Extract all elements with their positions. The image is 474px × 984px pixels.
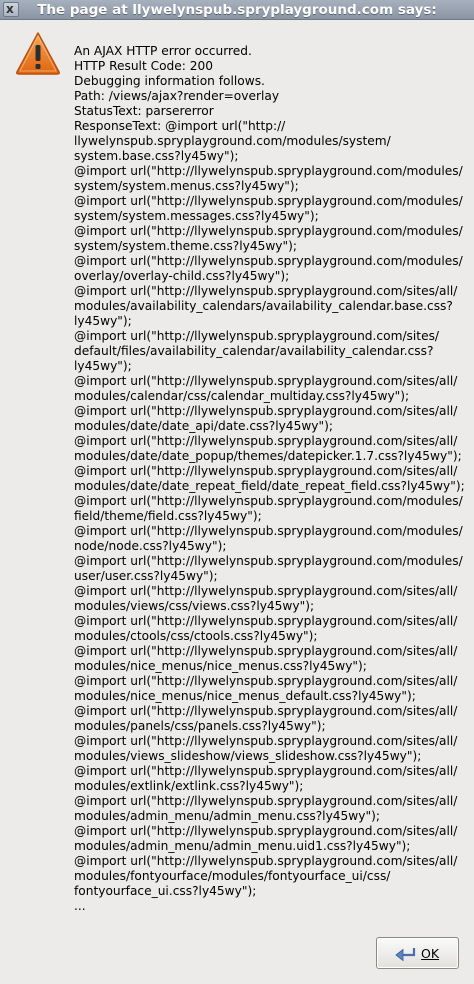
message-line: modules/extlink/extlink.css?ly45wy"); <box>74 779 304 793</box>
ok-button-label: OK <box>421 946 440 961</box>
message-line: modules/date/date_popup/themes/datepicke… <box>74 449 462 463</box>
message-line: @import url("http://llywelynspub.sprypla… <box>74 404 458 418</box>
message-line: ly45wy"); <box>74 359 132 373</box>
error-message: An AJAX HTTP error occurred. HTTP Result … <box>74 44 469 914</box>
message-line: system.base.css?ly45wy"); <box>74 149 239 163</box>
dialog-titlebar[interactable]: x The page at llywelynspub.spryplaygroun… <box>0 0 474 20</box>
message-line: @import url("http://llywelynspub.sprypla… <box>74 434 458 448</box>
message-line: llywelynspub.spryplayground.com/modules/… <box>74 134 391 148</box>
return-arrow-icon <box>395 948 416 962</box>
message-line: default/files/availability_calendar/avai… <box>74 344 434 358</box>
message-line: system/system.menus.css?ly45wy"); <box>74 179 299 193</box>
message-line: system/system.theme.css?ly45wy"); <box>74 239 297 253</box>
message-line: StatusText: parsererror <box>74 104 214 118</box>
message-line: @import url("http://llywelynspub.sprypla… <box>74 674 458 688</box>
message-line: @import url("http://llywelynspub.sprypla… <box>74 824 458 838</box>
message-line: ... <box>74 899 86 913</box>
message-line: @import url("http://llywelynspub.sprypla… <box>74 374 458 388</box>
message-line: Debugging information follows. <box>74 74 265 88</box>
message-line: modules/ctools/css/ctools.css?ly45wy"); <box>74 629 318 643</box>
message-line: modules/calendar/css/calendar_multiday.c… <box>74 389 410 403</box>
message-line: fontyourface_ui.css?ly45wy"); <box>74 884 257 898</box>
ok-button[interactable]: OK <box>376 937 459 969</box>
message-line: @import url("http://llywelynspub.sprypla… <box>74 254 463 268</box>
message-line: ResponseText: @import url("http:// <box>74 119 286 133</box>
message-line: @import url("http://llywelynspub.sprypla… <box>74 854 458 868</box>
message-line: @import url("http://llywelynspub.sprypla… <box>74 284 458 298</box>
message-line: @import url("http://llywelynspub.sprypla… <box>74 644 458 658</box>
message-line: @import url("http://llywelynspub.sprypla… <box>74 704 458 718</box>
message-line: @import url("http://llywelynspub.sprypla… <box>74 764 458 778</box>
message-line: modules/admin_menu/admin_menu.css?ly45wy… <box>74 809 380 823</box>
message-line: overlay/overlay-child.css?ly45wy"); <box>74 269 290 283</box>
message-line: modules/date/date_api/date.css?ly45wy"); <box>74 419 333 433</box>
message-line: @import url("http://llywelynspub.sprypla… <box>74 734 458 748</box>
message-line: @import url("http://llywelynspub.sprypla… <box>74 554 463 568</box>
message-line: modules/fontyourface/modules/fontyourfac… <box>74 869 391 883</box>
dialog-title: The page at llywelynspub.spryplayground.… <box>37 2 437 18</box>
warning-triangle-icon <box>16 32 60 75</box>
message-line: ly45wy"); <box>74 314 132 328</box>
message-line: modules/date/date_repeat_field/date_repe… <box>74 479 465 493</box>
message-line: Path: /views/ajax?render=overlay <box>74 89 280 103</box>
message-line: @import url("http://llywelynspub.sprypla… <box>74 614 458 628</box>
message-line: modules/nice_menus/nice_menus.css?ly45wy… <box>74 659 367 673</box>
message-line: @import url("http://llywelynspub.sprypla… <box>74 494 463 508</box>
message-line: @import url("http://llywelynspub.sprypla… <box>74 224 463 238</box>
message-line: system/system.messages.css?ly45wy"); <box>74 209 319 223</box>
message-line: @import url("http://llywelynspub.sprypla… <box>74 329 440 343</box>
message-line: modules/availability_calendars/availabil… <box>74 299 453 313</box>
message-line: user/user.css?ly45wy"); <box>74 569 218 583</box>
message-line: @import url("http://llywelynspub.sprypla… <box>74 794 458 808</box>
message-line: @import url("http://llywelynspub.sprypla… <box>74 524 463 538</box>
message-line: @import url("http://llywelynspub.sprypla… <box>74 164 463 178</box>
message-line: field/theme/field.css?ly45wy"); <box>74 509 262 523</box>
message-line: modules/panels/css/panels.css?ly45wy"); <box>74 719 326 733</box>
message-line: node/node.css?ly45wy"); <box>74 539 227 553</box>
message-line: HTTP Result Code: 200 <box>74 59 214 73</box>
message-line: modules/admin_menu/admin_menu.uid1.css?l… <box>74 839 411 853</box>
message-line: @import url("http://llywelynspub.sprypla… <box>74 584 458 598</box>
message-line: modules/nice_menus/nice_menus_default.cs… <box>74 689 416 703</box>
message-line: @import url("http://llywelynspub.sprypla… <box>74 194 463 208</box>
message-line: modules/views/css/views.css?ly45wy"); <box>74 599 315 613</box>
message-line: @import url("http://llywelynspub.sprypla… <box>74 464 458 478</box>
message-line: modules/views_slideshow/views_slideshow.… <box>74 749 422 763</box>
message-line: An AJAX HTTP error occurred. <box>74 44 252 58</box>
